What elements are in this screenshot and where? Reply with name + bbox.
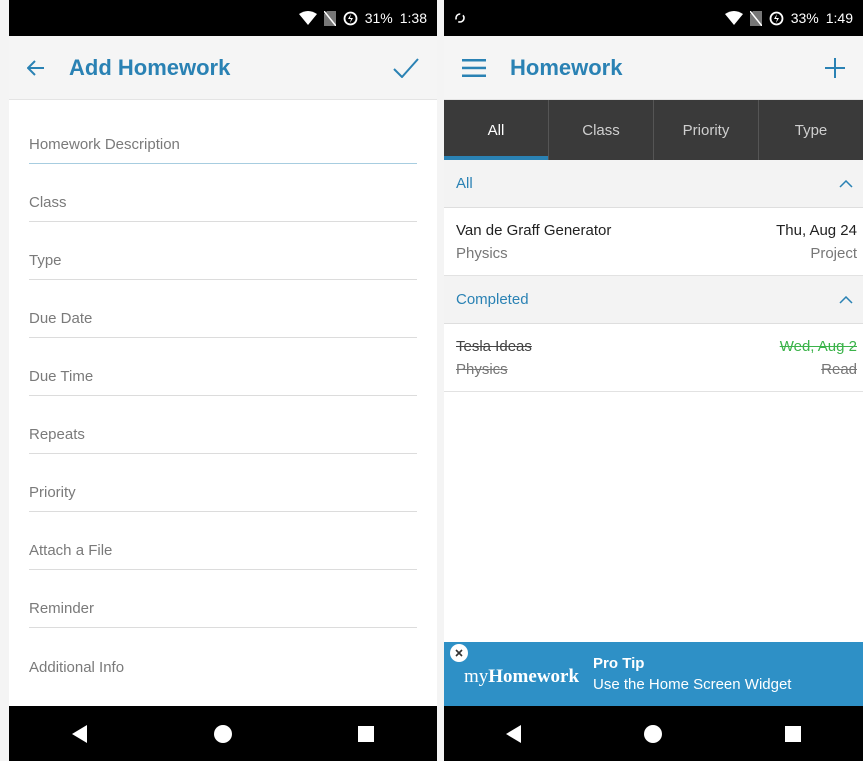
homework-form [9, 100, 437, 686]
back-arrow-icon [27, 59, 44, 76]
app-bar: Add Homework [9, 36, 437, 100]
no-sim-icon [749, 10, 762, 26]
battery-saver-icon [343, 11, 358, 25]
banner-title: Pro Tip [593, 655, 645, 672]
page-title: Add Homework [69, 54, 231, 80]
type-field [29, 222, 417, 280]
tab-priority[interactable]: Priority [654, 100, 759, 160]
close-banner-button[interactable] [450, 644, 468, 662]
tab-all[interactable]: All [444, 100, 549, 160]
plus-icon [825, 57, 845, 78]
nav-recents-button[interactable] [336, 714, 396, 754]
section-header-all[interactable]: All [444, 160, 863, 208]
sync-icon [455, 13, 465, 23]
home-nav-icon [213, 724, 232, 743]
nav-back-button[interactable] [484, 714, 544, 754]
homework-type: Read [821, 361, 857, 378]
due-date-field [29, 280, 417, 338]
menu-button[interactable] [462, 58, 486, 77]
status-bar: 31% 1:38 [9, 0, 437, 36]
nav-back-button[interactable] [50, 714, 110, 754]
homework-description-field [29, 120, 417, 164]
status-bar: 33% 1:49 [444, 0, 863, 36]
repeats-input[interactable] [29, 426, 417, 443]
recents-nav-icon [785, 725, 802, 742]
reminder-field [29, 570, 417, 628]
due-time-input[interactable] [29, 368, 417, 385]
homework-due-date: Wed, Aug 2 [779, 338, 857, 355]
status-time: 1:49 [825, 10, 853, 26]
app-bar: Homework [444, 36, 863, 100]
save-button[interactable] [393, 57, 419, 78]
filter-tabs: All Class Priority Type [444, 100, 863, 160]
recents-nav-icon [357, 725, 374, 742]
tab-class[interactable]: Class [549, 100, 654, 160]
check-icon [393, 57, 419, 78]
homework-title: Tesla Ideas [456, 338, 532, 355]
wifi-icon [298, 11, 317, 25]
add-homework-button[interactable] [825, 57, 845, 78]
homework-type: Project [810, 245, 857, 262]
wifi-icon [724, 11, 743, 25]
additional-info-input[interactable] [29, 659, 417, 676]
homework-class: Physics [456, 361, 508, 378]
homework-description-input[interactable] [29, 136, 417, 153]
reminder-input[interactable] [29, 600, 417, 617]
banner-text: Use the Home Screen Widget [593, 676, 792, 693]
status-time: 1:38 [399, 10, 427, 26]
nav-recents-button[interactable] [763, 714, 823, 754]
logo-prefix: my [464, 666, 489, 687]
logo-bold: Homework [488, 666, 580, 687]
due-date-input[interactable] [29, 310, 417, 327]
attach-file-field [29, 512, 417, 570]
system-nav-bar [444, 706, 863, 761]
priority-input[interactable] [29, 484, 417, 501]
homework-list-screen: 33% 1:49 Homework All Class Priority Typ… [444, 0, 863, 761]
class-input[interactable] [29, 194, 417, 211]
pro-tip-banner[interactable]: myHomework Pro Tip Use the Home Screen W… [444, 642, 863, 706]
tab-type[interactable]: Type [759, 100, 863, 160]
back-button[interactable] [27, 59, 45, 77]
back-nav-icon [505, 724, 521, 743]
additional-info-field [29, 628, 417, 686]
homework-item-completed[interactable]: Tesla Ideas Physics Wed, Aug 2 Read [444, 324, 863, 392]
system-nav-bar [9, 706, 437, 761]
chevron-up-icon [839, 295, 853, 304]
myhomework-logo: myHomework [464, 666, 579, 688]
section-title: All [456, 175, 473, 192]
page-title: Homework [510, 54, 623, 80]
menu-icon [462, 58, 486, 77]
add-homework-screen: 31% 1:38 Add Homework [9, 0, 437, 761]
chevron-up-icon [839, 179, 853, 188]
no-sim-icon [323, 10, 336, 26]
section-header-completed[interactable]: Completed [444, 276, 863, 324]
class-field [29, 164, 417, 222]
due-time-field [29, 338, 417, 396]
homework-class: Physics [456, 245, 508, 262]
nav-home-button[interactable] [193, 714, 253, 754]
attach-file-input[interactable] [29, 542, 417, 559]
homework-item[interactable]: Van de Graff Generator Physics Thu, Aug … [444, 208, 863, 276]
homework-title: Van de Graff Generator [456, 222, 612, 239]
battery-percent: 31% [364, 10, 393, 26]
nav-home-button[interactable] [623, 714, 683, 754]
type-input[interactable] [29, 252, 417, 269]
repeats-field [29, 396, 417, 454]
section-title: Completed [456, 291, 529, 308]
battery-percent: 33% [790, 10, 819, 26]
close-icon [455, 649, 463, 657]
battery-saver-icon [769, 11, 784, 25]
priority-field [29, 454, 417, 512]
homework-due-date: Thu, Aug 24 [776, 222, 857, 239]
back-nav-icon [72, 724, 88, 743]
home-nav-icon [644, 724, 663, 743]
